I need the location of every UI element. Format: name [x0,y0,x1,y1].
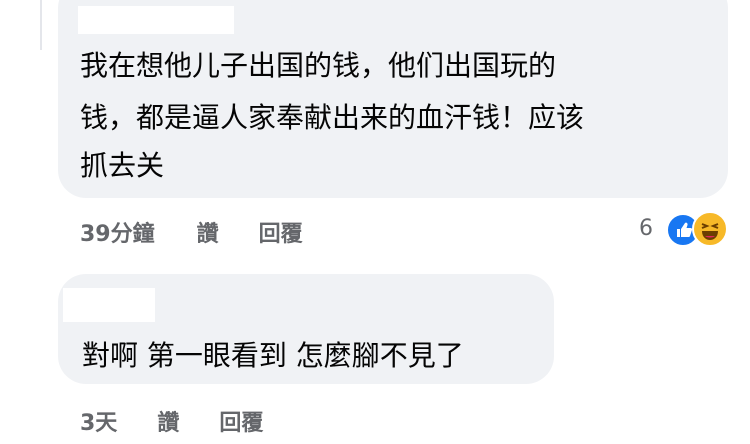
like-button[interactable]: 讚 [157,405,179,437]
comment-text-line: 我在想他儿子出国的钱，他们出国玩的 [80,49,557,82]
comment-timestamp[interactable]: 39分鐘 [80,216,155,248]
haha-icon [692,211,728,247]
comment-text-line: 抓去关 [80,149,165,182]
reply-button[interactable]: 回覆 [259,216,303,248]
comment-actions: 39分鐘 讚 回覆 [80,216,303,248]
comment-timestamp[interactable]: 3天 [80,405,117,437]
redacted-author-name [78,6,234,34]
reply-button[interactable]: 回覆 [219,405,263,437]
like-button[interactable]: 讚 [197,216,219,248]
comment-text-line: 钱，都是逼人家奉献出来的血汗钱！应该 [80,101,585,134]
comment-actions: 3天 讚 回覆 [80,405,263,437]
reaction-count: 6 [639,216,653,241]
thread-line [40,0,42,50]
redacted-author-name [63,288,155,322]
comment-text-line: 對啊 第一眼看到 怎麼腳不見了 [82,339,464,372]
